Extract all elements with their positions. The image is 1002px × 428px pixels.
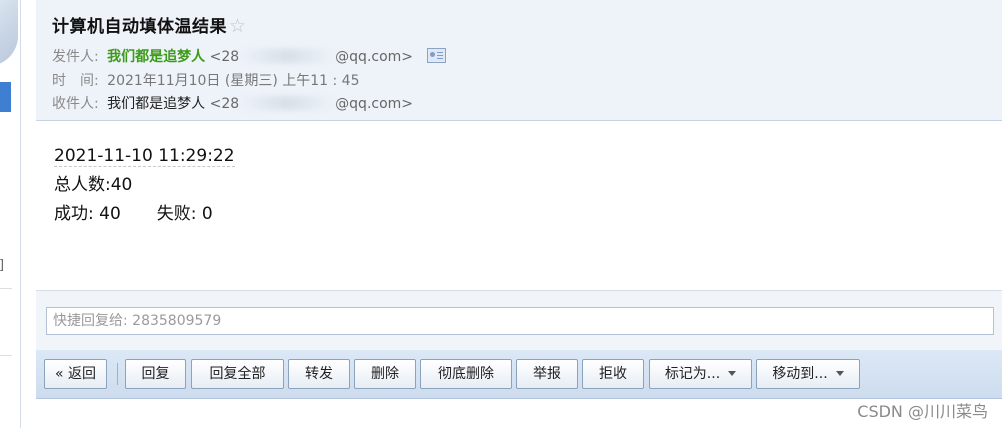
move-to-label: 移动到...: [772, 366, 828, 382]
reply-all-button[interactable]: 回复全部: [191, 359, 284, 389]
sender-address: <28 @qq.com>: [210, 49, 413, 65]
to-label: 收件人:: [52, 96, 99, 112]
contact-card-icon[interactable]: [427, 48, 447, 63]
body-success: 成功: 40: [54, 204, 121, 224]
sidebar-divider: [0, 355, 12, 356]
body-fail: 失败: 0: [156, 204, 213, 224]
from-row: 发件人: 我们都是追梦人 <28 @qq.com>: [52, 46, 447, 66]
time-label: 时 间:: [52, 73, 99, 89]
star-icon[interactable]: ☆: [229, 15, 247, 37]
redacted-blur: [239, 96, 336, 110]
sender-address-prefix: <28: [209, 49, 240, 65]
mail-subject: 计算机自动填体温结果 ☆: [52, 12, 247, 37]
recipient-address: <28 @qq.com>: [210, 96, 413, 112]
mail-toolbar: « 返回 回复 回复全部 转发 删除 彻底删除 举报 拒收 标记为... 移动到…: [36, 350, 1002, 399]
from-label: 发件人:: [52, 49, 99, 65]
move-to-dropdown[interactable]: 移动到...: [756, 359, 860, 389]
sender-address-suffix: @qq.com>: [335, 49, 414, 65]
toolbar-separator: [117, 363, 118, 385]
quick-reply-input[interactable]: [46, 307, 994, 335]
reply-button[interactable]: 回复: [125, 359, 186, 389]
subject-text: 计算机自动填体温结果: [52, 17, 227, 37]
mark-as-label: 标记为...: [664, 366, 721, 382]
redacted-blur: [239, 49, 336, 63]
chevron-down-icon: [728, 371, 737, 376]
report-button[interactable]: 举报: [516, 359, 578, 389]
back-button[interactable]: « 返回: [44, 359, 107, 389]
recipient-address-prefix: <28: [209, 96, 240, 112]
body-timestamp: 2021-11-10 11:29:22: [54, 146, 235, 167]
to-row: 收件人: 我们都是追梦人 <28 @qq.com>: [52, 93, 413, 113]
sidebar-divider: [0, 288, 12, 289]
time-row: 时 间: 2021年11月10日 (星期三) 上午11 : 45: [52, 70, 360, 90]
delete-permanent-button[interactable]: 彻底删除: [420, 359, 512, 389]
recipient-address-suffix: @qq.com>: [335, 96, 414, 112]
chevron-down-icon: [835, 371, 844, 376]
csdn-watermark: CSDN @川川菜鸟: [857, 402, 988, 421]
sender-name[interactable]: 我们都是追梦人: [107, 49, 205, 65]
recipient-name[interactable]: 我们都是追梦人: [107, 96, 205, 112]
reject-button[interactable]: 拒收: [582, 359, 644, 389]
sidebar-bracket-text: ]: [0, 258, 4, 273]
sidebar-logo: [0, 0, 18, 66]
time-value: 2021年11月10日 (星期三) 上午11 : 45: [107, 73, 360, 89]
forward-button[interactable]: 转发: [288, 359, 350, 389]
left-sidebar: ]: [0, 0, 21, 428]
body-result-row: 成功: 40 失败: 0: [54, 200, 235, 229]
delete-button[interactable]: 删除: [354, 359, 416, 389]
body-total: 总人数:40: [54, 175, 133, 195]
sidebar-selected-indicator[interactable]: [0, 82, 11, 112]
mark-as-dropdown[interactable]: 标记为...: [649, 359, 752, 389]
mail-body: 2021-11-10 11:29:22 总人数:40 成功: 40 失败: 0: [54, 142, 235, 229]
mail-header: 计算机自动填体温结果 ☆ 发件人: 我们都是追梦人 <28 @qq.com> 时 间…: [36, 0, 1002, 121]
quick-reply-area: [36, 290, 1002, 351]
